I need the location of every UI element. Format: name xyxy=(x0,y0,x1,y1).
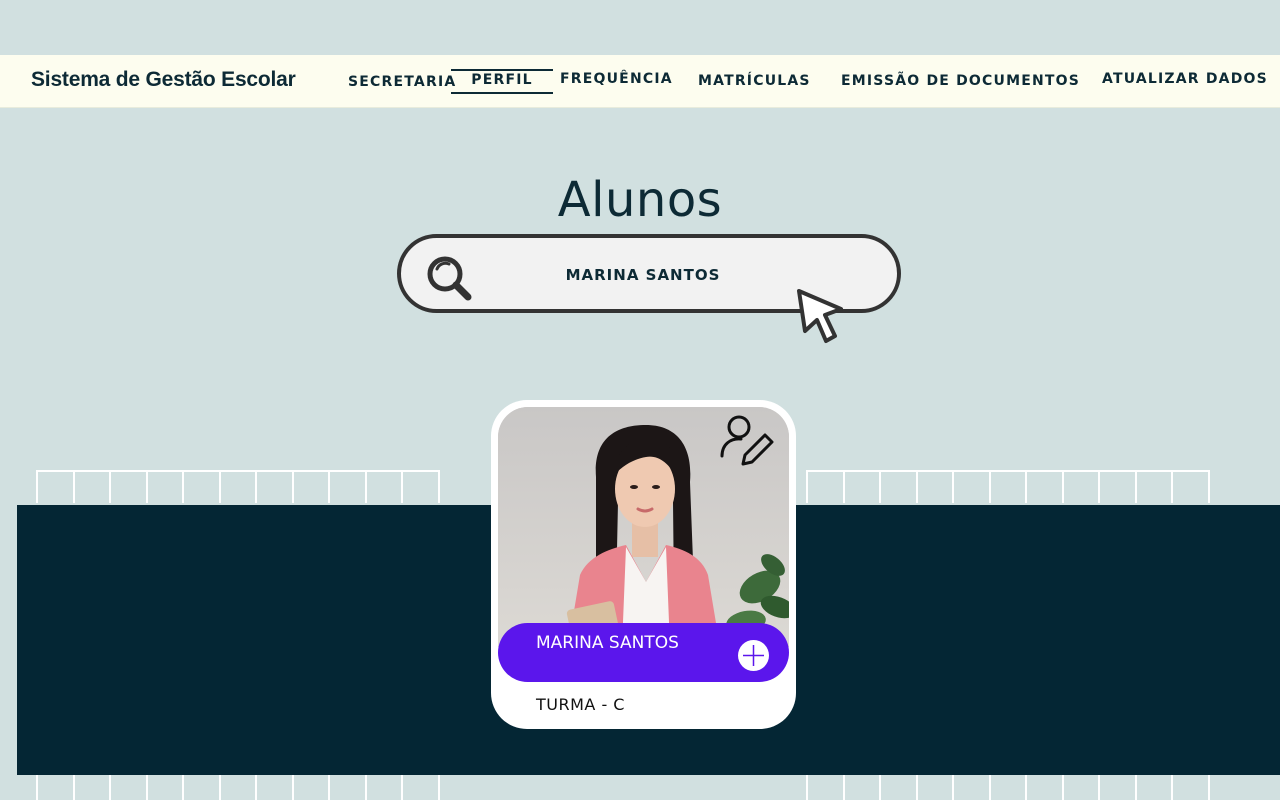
student-name-bar: MARINA SANTOS xyxy=(498,623,789,682)
nav-frequencia[interactable]: FREQUÊNCIA xyxy=(560,71,673,87)
cursor-icon xyxy=(797,289,843,343)
nav-matriculas[interactable]: MATRÍCULAS xyxy=(698,73,811,89)
search-input[interactable] xyxy=(491,256,795,294)
grid-decoration-left xyxy=(36,470,440,503)
student-card[interactable]: MARINA SANTOS TURMA - C xyxy=(491,400,796,729)
top-navbar: Sistema de Gestão Escolar SECRETARIA PER… xyxy=(0,55,1280,108)
nav-emissao-documentos[interactable]: EMISSÃO DE DOCUMENTOS xyxy=(841,73,1080,89)
nav-perfil[interactable]: PERFIL xyxy=(451,69,553,94)
grid-decoration-bottom-right xyxy=(806,775,1210,800)
grid-decoration-bottom-left xyxy=(36,775,440,800)
edit-user-icon[interactable] xyxy=(719,412,775,470)
brand-title: Sistema de Gestão Escolar xyxy=(31,68,296,91)
page-title: Alunos xyxy=(557,172,723,228)
grid-decoration-right xyxy=(806,470,1210,503)
search-icon[interactable] xyxy=(423,252,475,304)
plus-icon xyxy=(743,645,764,666)
nav-secretaria[interactable]: SECRETARIA xyxy=(348,74,456,90)
student-name: MARINA SANTOS xyxy=(536,633,679,653)
add-button[interactable] xyxy=(738,640,769,671)
student-class: TURMA - C xyxy=(536,695,625,714)
nav-atualizar-dados[interactable]: ATUALIZAR DADOS xyxy=(1102,71,1268,87)
